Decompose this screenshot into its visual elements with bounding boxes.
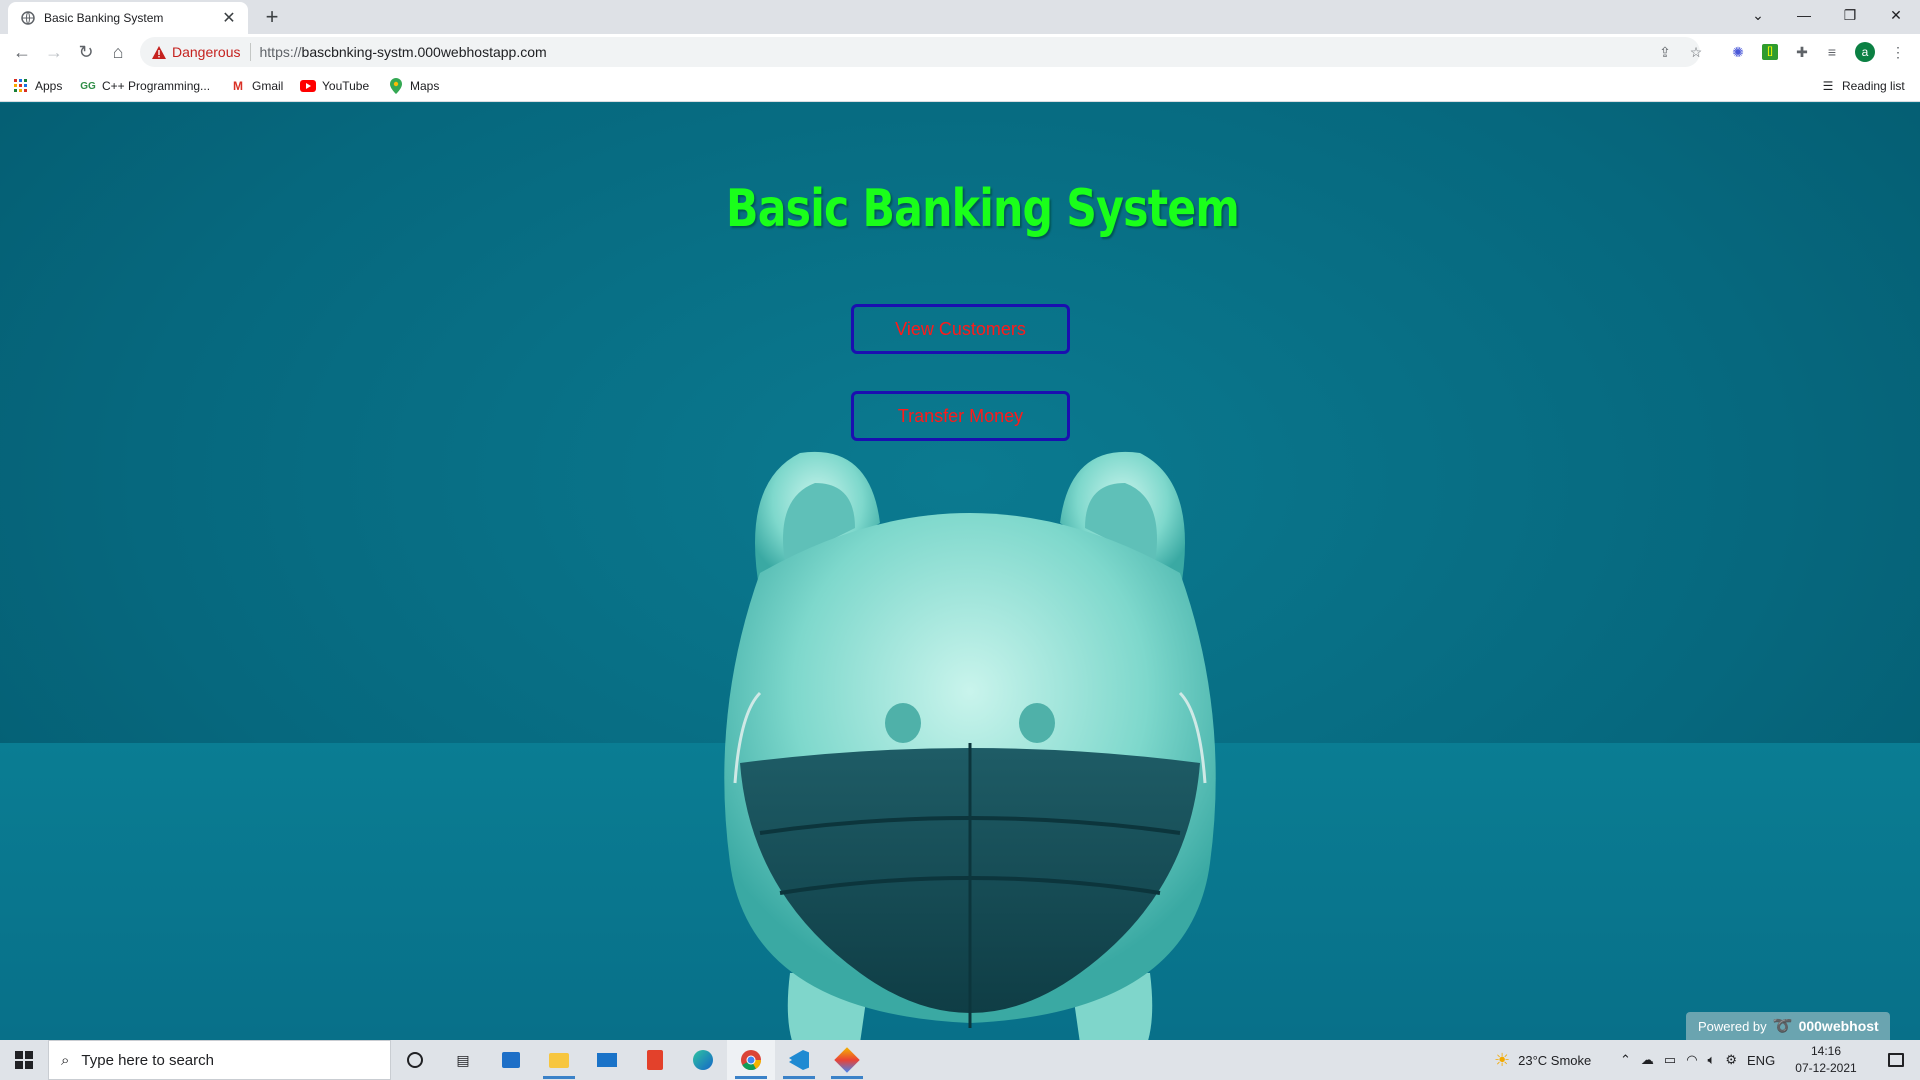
media-icon[interactable]: ≡ [1822,42,1842,62]
weather-text: 23°C Smoke [1518,1052,1592,1068]
host-brand: 000webhost [1798,1018,1879,1034]
reading-list-label: Reading list [1842,79,1905,93]
weather-widget[interactable]: ☀ 23°C Smoke [1494,1040,1591,1080]
bookmark-cpp[interactable]: GG C++ Programming... [80,77,210,95]
close-tab-icon[interactable]: ✕ [220,8,238,28]
home-icon[interactable]: ⌂ [104,38,132,66]
volume-icon[interactable]: 🔈︎ [1708,1052,1716,1068]
bookmark-youtube[interactable]: YouTube [300,77,369,95]
reload-icon[interactable]: ↻ [72,38,100,66]
file-explorer-icon[interactable] [535,1040,583,1080]
gfg-icon: GG [80,80,96,92]
share-icon[interactable]: ⇪ [1655,42,1675,62]
tab-search-icon[interactable]: ⌄ [1735,0,1781,30]
bookmark-label: Maps [410,79,440,93]
office-icon[interactable] [631,1040,679,1080]
clock-date: 07-12-2021 [1795,1061,1857,1075]
search-icon: ⌕ [61,1051,70,1069]
page-content: Basic Banking System View Customers Tran… [0,103,1920,1040]
tab-strip: Basic Banking System ✕ + ⌄ — ❐ ✕ [0,0,1920,34]
piggy-bank-image [724,451,1216,1040]
task-view-icon[interactable]: ▤ [439,1040,487,1080]
url-scheme: https:// [259,44,302,60]
transfer-money-button[interactable]: Transfer Money [851,391,1070,441]
host-logo-icon: ➰ [1772,1018,1793,1035]
vscode-icon[interactable] [775,1040,823,1080]
security-warning[interactable]: Dangerous [152,44,241,60]
profile-letter: a [1855,42,1875,62]
cortana-icon[interactable] [391,1040,439,1080]
bookmark-apps[interactable]: Apps [13,77,62,95]
clock-time: 14:16 [1810,1044,1842,1058]
maps-pin-icon [388,78,404,94]
powered-by-label: Powered by [1698,1018,1767,1034]
extension-green-icon[interactable]: [] [1760,42,1780,62]
gmail-icon: M [233,79,243,93]
edge-icon[interactable] [679,1040,727,1080]
search-placeholder: Type here to search [81,1051,214,1069]
bookmark-maps[interactable]: Maps [388,77,439,95]
omnibox-divider [249,43,251,61]
view-customers-button[interactable]: View Customers [851,304,1070,354]
language-label[interactable]: ENG [1747,1053,1775,1068]
bookmark-label: Gmail [252,79,284,93]
windows-start-icon[interactable] [0,1040,48,1080]
bookmark-star-icon[interactable]: ☆ [1686,42,1706,62]
weather-sun-icon: ☀ [1494,1049,1511,1070]
bookmark-label: Apps [35,79,63,93]
language-icon[interactable]: ⚙ [1725,1052,1737,1068]
app-diamond-icon[interactable] [823,1040,871,1080]
globe-icon [20,10,36,26]
chevron-up-icon[interactable]: ⌃ [1620,1052,1631,1068]
reading-list-icon: ☰ [1822,79,1834,93]
youtube-icon [300,78,316,94]
apps-grid-icon [13,78,29,94]
taskbar-search-box[interactable]: ⌕ Type here to search [48,1040,391,1080]
battery-icon[interactable]: ▭ [1664,1052,1676,1068]
restore-button[interactable]: ❐ [1827,0,1873,30]
address-bar[interactable]: Dangerous https://bascbnking-systm.000we… [140,37,1700,67]
tab-title: Basic Banking System [44,11,164,25]
extension-gear-icon[interactable]: ✺ [1728,42,1748,62]
close-window-button[interactable]: ✕ [1873,0,1919,30]
browser-toolbar: ← → ↻ ⌂ Dangerous https://bascbnking-sys… [0,34,1920,70]
security-label: Dangerous [172,44,241,60]
powered-by-badge[interactable]: Powered by ➰ 000webhost [1686,1012,1890,1040]
url-text: https://bascbnking-systm.000webhostapp.c… [260,44,547,60]
new-tab-button[interactable]: + [258,4,286,32]
bookmark-gmail[interactable]: M Gmail [230,77,283,95]
page-title: Basic Banking System [726,179,1240,239]
wifi-icon[interactable]: ◠ [1686,1052,1697,1068]
bookmark-label: C++ Programming... [102,79,211,93]
bookmarks-bar: Apps GG C++ Programming... M Gmail YouTu… [0,70,1920,102]
system-tray: ⌃ ☁ ▭ ◠ 🔈︎ ⚙ ENG [1620,1040,1775,1080]
chrome-icon[interactable] [727,1040,775,1080]
warning-triangle-icon [152,45,166,59]
puzzle-icon[interactable]: ✚ [1792,42,1812,62]
reading-list-button[interactable]: ☰ Reading list [1820,77,1905,95]
forward-icon[interactable]: → [40,38,68,66]
clock[interactable]: 14:16 07-12-2021 [1794,1043,1858,1077]
onedrive-icon[interactable]: ☁ [1641,1052,1654,1068]
mail-icon[interactable] [583,1040,631,1080]
minimize-button[interactable]: — [1781,0,1827,30]
browser-tab[interactable]: Basic Banking System ✕ [8,2,248,34]
bookmark-label: YouTube [322,79,370,93]
menu-kebab-icon[interactable]: ⋮ [1888,42,1908,62]
profile-avatar[interactable]: a [1855,42,1875,62]
url-host: bascbnking-systm.000webhostapp.com [301,44,547,60]
windows-taskbar: ⌕ Type here to search ▤ ☀ 23°C Smoke ⌃ ☁ [0,1040,1920,1080]
back-icon[interactable]: ← [8,38,36,66]
notification-icon[interactable] [1872,1040,1920,1080]
store-icon[interactable] [487,1040,535,1080]
